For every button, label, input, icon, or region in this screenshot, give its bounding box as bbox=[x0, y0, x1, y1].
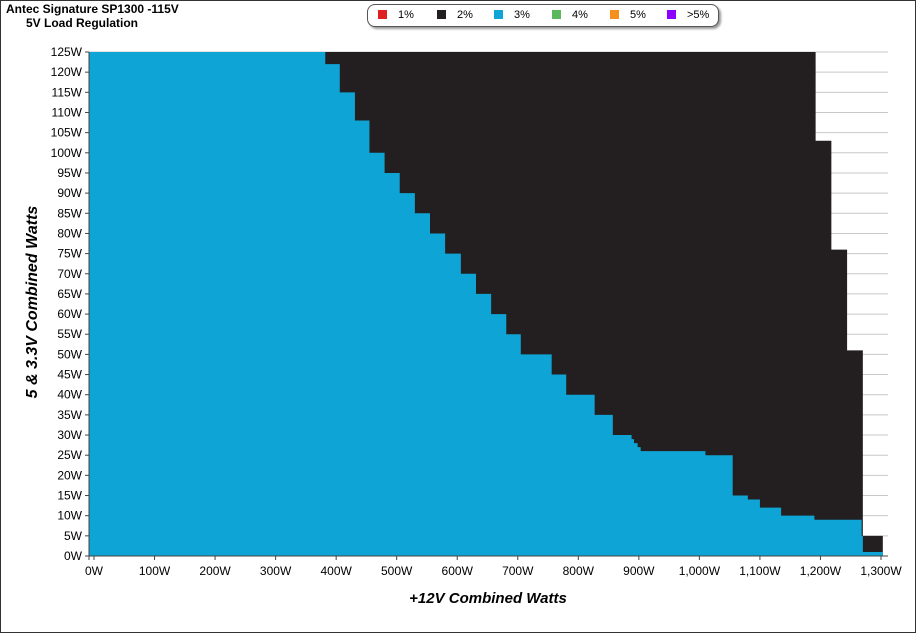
y-tick-label: 115W bbox=[52, 85, 83, 99]
x-tick-label: 1,000W bbox=[679, 564, 721, 578]
x-tick-label: 400W bbox=[320, 564, 352, 578]
y-tick-label: 5W bbox=[64, 529, 83, 543]
y-tick-label: 125W bbox=[51, 45, 83, 59]
y-tick-label: 110W bbox=[52, 105, 83, 119]
y-tick-label: 15W bbox=[57, 489, 82, 503]
x-tick-label: 900W bbox=[623, 564, 655, 578]
x-tick-label: 1,200W bbox=[800, 564, 842, 578]
y-tick-label: 10W bbox=[57, 509, 82, 523]
y-tick-label: 45W bbox=[57, 368, 82, 382]
x-tick-label: 100W bbox=[139, 564, 171, 578]
y-tick-label: 55W bbox=[57, 327, 82, 341]
x-tick-label: 700W bbox=[502, 564, 534, 578]
x-tick-label: 500W bbox=[381, 564, 413, 578]
y-tick-label: 105W bbox=[51, 126, 83, 140]
y-tick-label: 25W bbox=[57, 448, 82, 462]
y-tick-label: 120W bbox=[51, 65, 83, 79]
x-tick-label: 1,100W bbox=[739, 564, 781, 578]
y-tick-label: 35W bbox=[57, 408, 82, 422]
y-tick-label: 50W bbox=[57, 347, 82, 361]
y-tick-label: 40W bbox=[57, 388, 82, 402]
x-tick-label: 0W bbox=[85, 564, 104, 578]
y-tick-label: 75W bbox=[57, 247, 82, 261]
x-tick-label: 200W bbox=[199, 564, 231, 578]
y-tick-label: 70W bbox=[57, 267, 82, 281]
y-tick-label: 65W bbox=[57, 287, 82, 301]
x-tick-label: 600W bbox=[442, 564, 474, 578]
x-axis-label: +12V Combined Watts bbox=[409, 590, 567, 607]
y-tick-label: 0W bbox=[64, 549, 83, 563]
region-3pct-margin bbox=[89, 52, 94, 556]
y-tick-label: 30W bbox=[57, 428, 82, 442]
load-regulation-chart: 0W 5W 10W 15W 20W 25W 30W 35W 40W 45W 50W 55W 60W 65W… bbox=[51, 45, 903, 578]
y-tick-label: 85W bbox=[57, 206, 82, 220]
x-tick-label: 1,300W bbox=[860, 564, 902, 578]
x-tick-label: 800W bbox=[563, 564, 595, 578]
y-tick-label: 20W bbox=[57, 468, 82, 482]
y-tick-label: 90W bbox=[57, 186, 82, 200]
y-tick-label: 95W bbox=[57, 166, 82, 180]
y-tick-label: 80W bbox=[57, 226, 82, 240]
y-tick-label: 100W bbox=[51, 146, 83, 160]
y-tick-label: 60W bbox=[57, 307, 82, 321]
x-tick-label: 300W bbox=[260, 564, 292, 578]
y-axis-label: 5 & 3.3V Combined Watts bbox=[24, 205, 41, 399]
